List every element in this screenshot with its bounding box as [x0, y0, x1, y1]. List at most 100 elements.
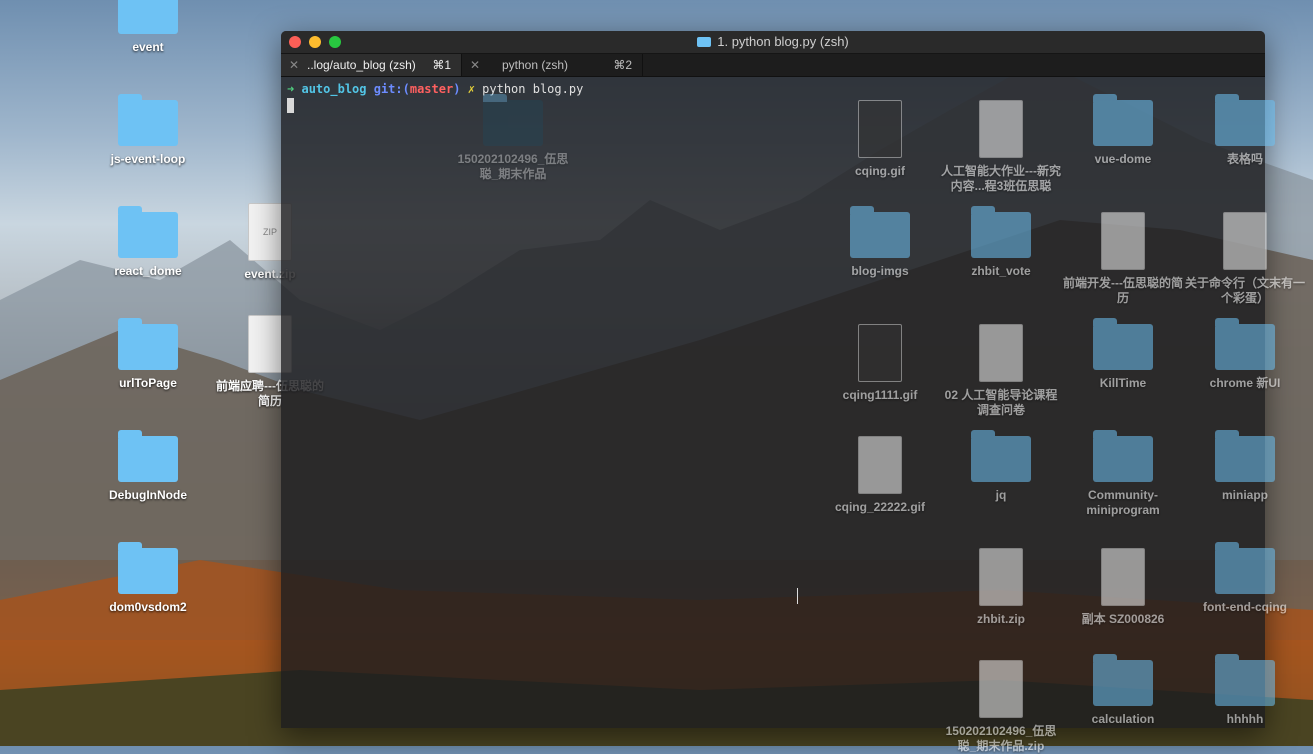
icon-label: 150202102496_伍思聪_期末作品: [457, 152, 569, 181]
desktop-folder-vue-dome[interactable]: vue-dome: [1063, 94, 1183, 167]
close-tab-icon[interactable]: ✕: [470, 54, 480, 76]
zip-file-icon: [979, 548, 1023, 606]
tab-bar: ✕ ..log/auto_blog (zsh) ⌘1 ✕ python (zsh…: [281, 54, 1265, 77]
folder-icon: [1093, 94, 1153, 146]
folder-icon: [483, 94, 543, 146]
desktop-folder-killtime[interactable]: KillTime: [1063, 318, 1183, 391]
tab-shortcut: ⌘1: [432, 58, 451, 72]
icon-label: 150202102496_伍思聪_期末作品.zip: [945, 724, 1057, 753]
title-bar: 1. python blog.py (zsh): [281, 31, 1265, 54]
folder-icon: [118, 94, 178, 146]
image-file-icon: [858, 324, 902, 382]
git-suffix: ): [453, 82, 461, 96]
desktop-folder-hhhhh[interactable]: hhhhh: [1185, 654, 1305, 727]
desktop-folder-zhbit-vote[interactable]: zhbit_vote: [941, 206, 1061, 279]
tab-auto-blog[interactable]: ✕ ..log/auto_blog (zsh) ⌘1: [281, 54, 462, 76]
dirty-mark: ✗: [467, 82, 475, 96]
icon-label: vue-dome: [1094, 152, 1152, 166]
icon-label: zhbit.zip: [977, 612, 1025, 626]
folder-icon: [118, 206, 178, 258]
prompt-directory: auto_blog: [301, 82, 367, 96]
desktop-file-commandline[interactable]: 关于命令行（文末有一个彩蛋）: [1185, 212, 1305, 306]
tab-label: ..log/auto_blog (zsh): [307, 58, 416, 72]
desktop-file-ai-homework[interactable]: 人工智能大作业---新究内容...程3班伍思聪: [941, 100, 1061, 194]
folder-icon: [1215, 94, 1275, 146]
icon-label: chrome 新UI: [1209, 376, 1281, 390]
icon-label: cqing.gif: [855, 164, 905, 178]
desktop-folder-miniapp[interactable]: miniapp: [1185, 430, 1305, 503]
folder-icon: [1093, 654, 1153, 706]
folder-icon: [697, 37, 712, 47]
git-branch: master: [409, 82, 454, 96]
icon-label: DebugInNode: [109, 488, 187, 502]
text-cursor: [287, 98, 294, 113]
desktop-folder-community[interactable]: Community-miniprogram: [1063, 430, 1183, 518]
desktop-folder-font-end-cqing[interactable]: font-end-cqing: [1185, 542, 1305, 615]
desktop-folder-calculation[interactable]: calculation: [1063, 654, 1183, 727]
desktop-folder-blog-imgs[interactable]: blog-imgs: [820, 206, 940, 279]
icon-label: cqing1111.gif: [842, 388, 918, 402]
icon-label: zhbit_vote: [971, 264, 1031, 278]
folder-icon: [118, 542, 178, 594]
git-prefix: git:(: [373, 82, 410, 96]
icon-label: 关于命令行（文末有一个彩蛋）: [1185, 276, 1306, 305]
image-file-icon: [858, 436, 902, 494]
desktop-folder-jq[interactable]: jq: [941, 430, 1061, 503]
icon-label: 副本 SZ000826: [1081, 612, 1165, 626]
icon-label: react_dome: [114, 264, 182, 278]
icon-label: Community-miniprogram: [1086, 488, 1160, 517]
desktop-folder-debuginnode[interactable]: DebugInNode: [88, 430, 208, 503]
folder-icon: [850, 206, 910, 258]
icon-label: font-end-cqing: [1203, 600, 1287, 614]
icon-label: KillTime: [1099, 376, 1147, 390]
folder-icon: [1215, 430, 1275, 482]
icon-label: miniapp: [1221, 488, 1268, 502]
text-cursor-ibeam-icon: [797, 588, 800, 604]
desktop-folder-event[interactable]: event: [88, 0, 208, 55]
desktop-folder-js-event-loop[interactable]: js-event-loop: [88, 94, 208, 167]
tab-shortcut: ⌘2: [613, 58, 632, 72]
folder-icon: [1215, 318, 1275, 370]
right-desktop-icons: cqing.gif 人工智能大作业---新究内容...程3班伍思聪 vue-do…: [835, 94, 1313, 753]
desktop-folder-urltopage[interactable]: urlToPage: [88, 318, 208, 391]
window-title-text: 1. python blog.py (zsh): [717, 34, 849, 49]
desktop-file-cqing1111[interactable]: cqing1111.gif: [820, 324, 940, 403]
folder-icon: [1093, 430, 1153, 482]
icon-label: jq: [995, 488, 1007, 502]
desktop-file-final-zip[interactable]: 150202102496_伍思聪_期末作品.zip: [941, 660, 1061, 754]
icon-label: cqing_22222.gif: [834, 500, 926, 514]
desktop-folder-dom0vsdom2[interactable]: dom0vsdom2: [88, 542, 208, 615]
desktop-file-cqing-gif[interactable]: cqing.gif: [820, 100, 940, 179]
close-tab-icon[interactable]: ✕: [289, 54, 299, 76]
window-title: 1. python blog.py (zsh): [281, 34, 1265, 49]
desktop-file-sz000826[interactable]: 副本 SZ000826: [1063, 548, 1183, 627]
folder-icon: [971, 430, 1031, 482]
desktop-file-cqing-22222[interactable]: cqing_22222.gif: [820, 436, 940, 515]
icon-label: blog-imgs: [851, 264, 909, 278]
zip-file-icon: [979, 660, 1023, 718]
icon-label: urlToPage: [119, 376, 177, 390]
folder-icon: [1215, 542, 1275, 594]
icon-label: event: [132, 40, 164, 54]
desktop-folder-react-dome[interactable]: react_dome: [88, 206, 208, 279]
icon-label: 表格吗: [1226, 152, 1263, 166]
tab-python[interactable]: ✕ python (zsh) ⌘2: [462, 54, 643, 76]
icon-label: 前端开发---伍思聪的简历: [1063, 276, 1183, 305]
docx-file-icon: [979, 100, 1023, 158]
prompt-arrow: ➜: [287, 82, 295, 96]
desktop-folder-chrome-ui[interactable]: chrome 新UI: [1185, 318, 1305, 391]
desktop-file-ai-survey[interactable]: 02 人工智能导论课程调查问卷: [941, 324, 1061, 418]
icon-label: 人工智能大作业---新究内容...程3班伍思聪: [941, 164, 1061, 193]
folder-icon: [118, 430, 178, 482]
desktop-file-zhbit-zip[interactable]: zhbit.zip: [941, 548, 1061, 627]
folder-icon: [971, 206, 1031, 258]
desktop-folder-final-project[interactable]: 150202102496_伍思聪_期末作品: [453, 94, 573, 182]
desktop-file-frontend-resume[interactable]: 前端开发---伍思聪的简历: [1063, 212, 1183, 306]
folder-icon: [118, 318, 178, 370]
xlsx-file-icon: [979, 324, 1023, 382]
icon-label: js-event-loop: [110, 152, 186, 166]
markdown-file-icon: [1223, 212, 1267, 270]
desktop-folder-biaoge[interactable]: 表格吗: [1185, 94, 1305, 167]
icon-label: 02 人工智能导论课程调查问卷: [944, 388, 1058, 417]
folder-icon: [118, 0, 178, 34]
